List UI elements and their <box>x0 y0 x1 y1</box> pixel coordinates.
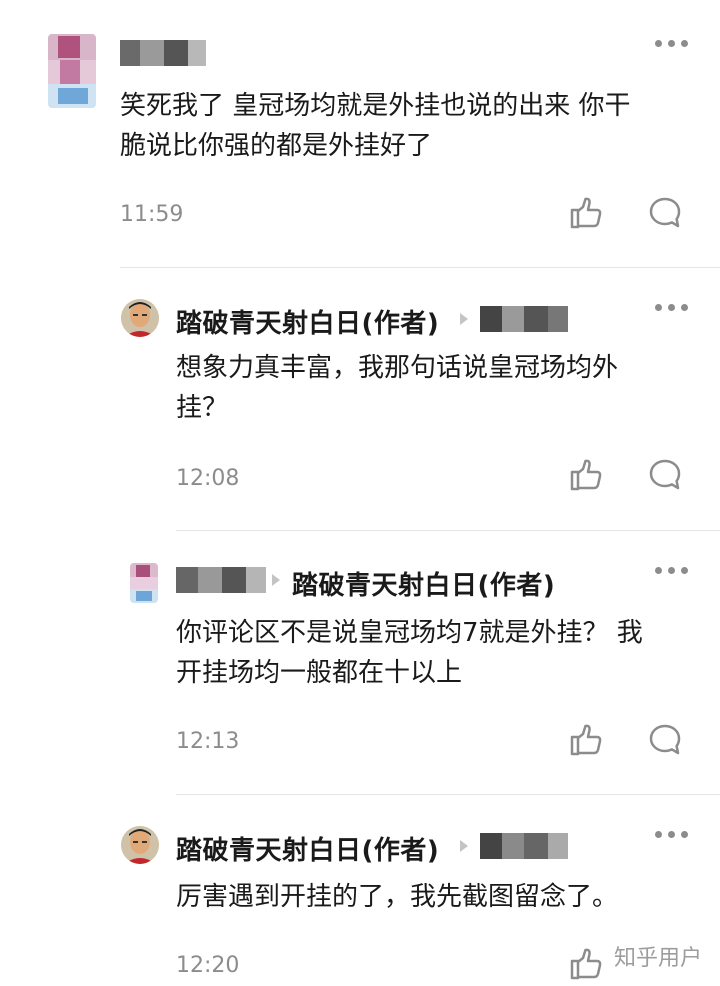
reply-arrow-icon <box>460 840 468 852</box>
reply-target-username[interactable] <box>480 833 570 859</box>
timestamp: 12:08 <box>176 466 240 491</box>
more-icon[interactable] <box>655 40 689 48</box>
comment-text-line: 你评论区不是说皇冠场均7就是外挂？ 我 <box>176 618 643 648</box>
avatar[interactable] <box>130 563 158 603</box>
comment-item: 笑死我了 皇冠场均就是外挂也说的出来 你干 脆说比你强的都是外挂好了 11:59 <box>0 0 720 268</box>
comment-item: 踏破青天射白日(作者) 想象力真丰富，我那句话说皇冠场均外 挂？ 12:08 <box>0 268 720 530</box>
reply-arrow-icon <box>460 313 468 325</box>
avatar[interactable] <box>48 34 96 108</box>
thumbs-up-icon[interactable] <box>568 196 602 230</box>
comment-text: 厉害遇到开挂的了，我先截图留念了。 <box>176 877 696 917</box>
comment-text-line: 想象力真丰富，我那句话说皇冠场均外 <box>176 353 619 383</box>
timestamp: 12:20 <box>176 953 240 978</box>
reply-arrow-icon <box>272 574 280 586</box>
thumbs-up-icon[interactable] <box>568 947 602 981</box>
timestamp: 12:13 <box>176 729 240 754</box>
author-name[interactable]: 踏破青天射白日(作者) <box>176 303 439 340</box>
more-icon[interactable] <box>655 304 689 312</box>
comment-text-line: 脆说比你强的都是外挂好了 <box>120 131 433 161</box>
comment-bubble-icon[interactable] <box>648 723 682 757</box>
thumbs-up-icon[interactable] <box>568 458 602 492</box>
comment-text: 想象力真丰富，我那句话说皇冠场均外 挂？ <box>176 348 696 428</box>
comment-item: 踏破青天射白日(作者) 你评论区不是说皇冠场均7就是外挂？ 我 开挂场均一般都在… <box>0 531 720 794</box>
comment-text-line: 厉害遇到开挂的了，我先截图留念了。 <box>176 882 619 912</box>
comment-item: 踏破青天射白日(作者) 厉害遇到开挂的了，我先截图留念了。 12:20 <box>0 795 720 986</box>
username[interactable] <box>120 40 210 66</box>
comment-text-line: 挂？ <box>176 393 229 423</box>
comment-bubble-icon[interactable] <box>648 196 682 230</box>
username[interactable] <box>176 567 268 593</box>
reply-target-username[interactable] <box>480 306 570 332</box>
author-name[interactable]: 踏破青天射白日(作者) <box>176 830 439 867</box>
timestamp: 11:59 <box>120 202 184 227</box>
avatar[interactable] <box>121 299 159 337</box>
comment-text-line: 笑死我了 皇冠场均就是外挂也说的出来 你干 <box>120 91 631 121</box>
avatar[interactable] <box>121 826 159 864</box>
comment-text: 笑死我了 皇冠场均就是外挂也说的出来 你干 脆说比你强的都是外挂好了 <box>120 86 700 166</box>
comment-text: 你评论区不是说皇冠场均7就是外挂？ 我 开挂场均一般都在十以上 <box>176 613 696 693</box>
comment-text-line: 开挂场均一般都在十以上 <box>176 658 463 688</box>
watermark: 知乎用户 <box>613 946 702 971</box>
reply-target-name[interactable]: 踏破青天射白日(作者) <box>292 565 555 602</box>
more-icon[interactable] <box>655 831 689 839</box>
thumbs-up-icon[interactable] <box>568 723 602 757</box>
more-icon[interactable] <box>655 567 689 575</box>
comment-bubble-icon[interactable] <box>648 458 682 492</box>
